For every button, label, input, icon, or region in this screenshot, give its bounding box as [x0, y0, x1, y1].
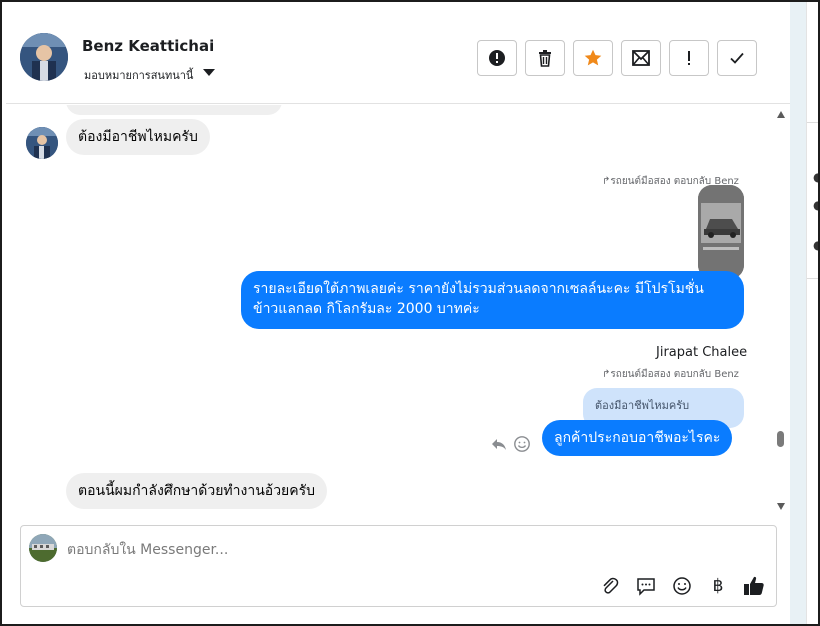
- car-image-attachment[interactable]: [698, 185, 744, 279]
- contact-name[interactable]: Benz Keattichai: [82, 37, 214, 55]
- mark-done-button[interactable]: [717, 40, 757, 76]
- mark-unread-button[interactable]: [621, 40, 661, 76]
- trash-icon: [539, 50, 551, 67]
- react-emoji-icon[interactable]: [513, 435, 531, 453]
- right-panel-bullet: ●: [813, 170, 818, 184]
- paperclip-icon: [603, 577, 619, 594]
- attach-button[interactable]: [598, 574, 622, 598]
- outgoing-message[interactable]: ลูกค้าประกอบอาชีพอะไรคะ: [542, 420, 733, 456]
- incoming-message[interactable]: ตอนนี้ผมกำลังศึกษาด้วยทำงานอ้วยครับ: [66, 473, 328, 509]
- report-button[interactable]: [477, 40, 517, 76]
- saved-replies-button[interactable]: [634, 574, 658, 598]
- reply-context-text: รถยนต์มือสอง ตอบกลับ Benz: [610, 369, 739, 380]
- page-avatar: [29, 534, 57, 562]
- smiley-icon: [673, 577, 691, 595]
- scroll-up-arrow-icon[interactable]: [777, 111, 785, 118]
- right-panel-bullet: ●: [813, 238, 818, 252]
- assign-dropdown-icon[interactable]: [203, 69, 215, 76]
- payment-button[interactable]: ฿: [706, 574, 730, 598]
- conversation-pane: Benz Keattichai มอบหมายการสนทนานี้ ต้องม…: [6, 6, 790, 620]
- star-button[interactable]: [573, 40, 613, 76]
- app-window: ● ● ● Benz Keattichai มอบหมายการสนทนานี้: [0, 0, 820, 626]
- mail-icon: [632, 50, 650, 66]
- message-composer: ฿: [20, 525, 777, 607]
- exclamation-icon: [688, 51, 690, 65]
- message-bubble-cutoff: [66, 105, 282, 115]
- scroll-thumb[interactable]: [777, 431, 784, 447]
- report-icon: [489, 50, 505, 66]
- contact-avatar-small[interactable]: [26, 127, 58, 159]
- star-icon: [584, 49, 602, 66]
- speech-bubble-icon: [637, 578, 655, 596]
- baht-icon: ฿: [712, 576, 724, 596]
- emoji-button[interactable]: [670, 574, 694, 598]
- reply-context: ↱รถยนต์มือสอง ตอบกลับ Benz: [602, 367, 739, 382]
- message-thread[interactable]: ต้องมีอาชีพไหมครับ ↱รถยนต์มือสอง ตอบกลับ…: [6, 105, 790, 512]
- thread-scrollbar[interactable]: [774, 105, 788, 512]
- spam-button[interactable]: [669, 40, 709, 76]
- assign-conversation-label[interactable]: มอบหมายการสนทนานี้: [84, 66, 193, 84]
- like-button[interactable]: [742, 574, 766, 598]
- message-line: รายละเอียดใต้ภาพเลยค่ะ ราคายังไม่รวมส่วน…: [253, 281, 704, 297]
- delete-button[interactable]: [525, 40, 565, 76]
- outgoing-message[interactable]: รายละเอียดใต้ภาพเลยค่ะ ราคายังไม่รวมส่วน…: [241, 271, 744, 329]
- reply-input[interactable]: [67, 540, 747, 560]
- message-line: ข้าวแลกลด กิโลกรัมละ 2000 บาทค่ะ: [253, 301, 480, 317]
- thumbs-up-icon: [744, 576, 764, 595]
- reply-icon[interactable]: [490, 435, 508, 453]
- scroll-down-arrow-icon[interactable]: [777, 503, 785, 510]
- right-side-panel: ● ● ●: [806, 2, 818, 624]
- incoming-message[interactable]: ต้องมีอาชีพไหมครับ: [66, 119, 210, 155]
- contact-avatar[interactable]: [20, 33, 68, 81]
- conversation-header: Benz Keattichai มอบหมายการสนทนานี้: [6, 6, 790, 104]
- right-panel-bullet: ●: [813, 198, 818, 212]
- sender-name: Jirapat Chalee: [656, 345, 748, 360]
- check-icon: [730, 52, 744, 64]
